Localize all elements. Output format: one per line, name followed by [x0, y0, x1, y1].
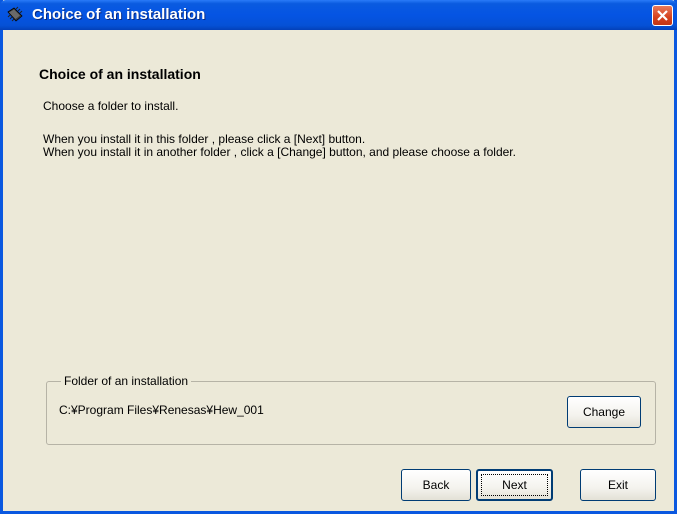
page-heading: Choice of an installation: [39, 66, 201, 82]
exit-button[interactable]: Exit: [580, 469, 656, 501]
window-title: Choice of an installation: [32, 6, 206, 23]
next-instruction-text: When you install it in this folder , ple…: [43, 132, 366, 146]
instruction-text: Choose a folder to install.: [43, 99, 179, 113]
title-bar[interactable]: Choice of an installation: [0, 0, 677, 30]
close-icon: [657, 10, 668, 21]
next-button[interactable]: Next: [476, 469, 553, 501]
back-button-label: Back: [422, 478, 450, 492]
back-button[interactable]: Back: [401, 469, 471, 501]
installer-app-icon: [7, 6, 23, 22]
change-instruction-text: When you install it in another folder , …: [43, 145, 516, 159]
change-button[interactable]: Change: [567, 396, 641, 428]
change-button-label: Change: [582, 405, 626, 419]
focus-rectangle: [481, 474, 548, 496]
exit-button-label: Exit: [607, 478, 628, 492]
installer-window: Choice of an installation Choice of an i…: [0, 0, 677, 514]
close-button[interactable]: [652, 5, 673, 26]
install-path-text: C:¥Program Files¥Renesas¥Hew_001: [59, 403, 264, 417]
folder-group-legend: Folder of an installation: [61, 374, 192, 388]
